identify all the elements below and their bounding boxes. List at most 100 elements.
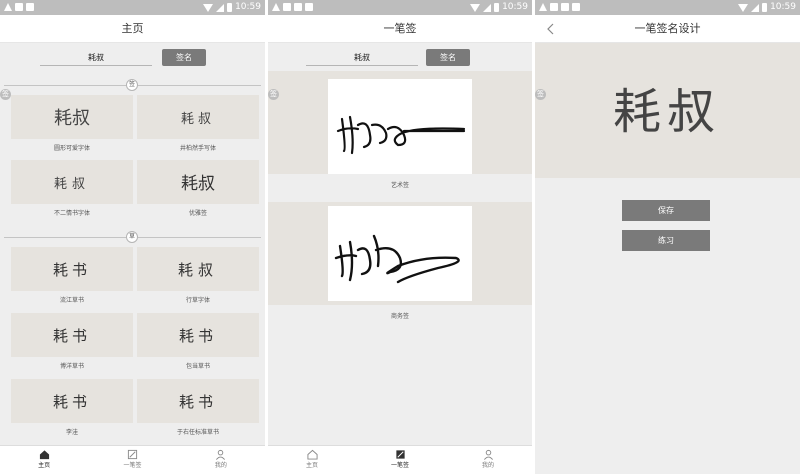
home-icon: [306, 449, 318, 460]
title-bar: 一笔签: [268, 15, 532, 43]
signature-card[interactable]: 耗书 包当草书: [137, 313, 259, 370]
title-bar: 主页: [0, 15, 265, 43]
tab-label: 我的: [481, 462, 494, 469]
app-icon: [305, 3, 313, 11]
status-bar: 10:59: [268, 0, 532, 15]
alert-icon: [272, 3, 280, 11]
section-divider-cursive: 草: [4, 231, 261, 243]
style-label: 商务签: [390, 313, 409, 320]
app-icon: [26, 3, 34, 11]
style-label: 博洋草书: [59, 363, 84, 370]
style-label: 优雅签: [188, 210, 207, 217]
sign-button[interactable]: 签名: [162, 49, 206, 66]
status-bar: 10:59: [535, 0, 800, 15]
style-label: 流江草书: [59, 297, 84, 304]
signature-card[interactable]: 耗叔 行草字体: [137, 247, 259, 304]
tab-one-stroke[interactable]: 一笔签: [88, 446, 176, 474]
app-icon: [572, 3, 580, 11]
tab-label: 我的: [214, 462, 227, 469]
pen-icon: [395, 450, 405, 459]
back-icon[interactable]: [543, 21, 559, 37]
tab-label: 一笔签: [390, 462, 409, 469]
app-icon: [294, 3, 302, 11]
signature-preview: [328, 79, 472, 174]
style-label: 包当草书: [185, 363, 210, 370]
signature-card[interactable]: 耗书 博洋草书: [11, 313, 133, 370]
signature-preview: 耗书: [11, 313, 133, 357]
section-badge: 草: [126, 231, 138, 243]
app-icon: [561, 3, 569, 11]
name-input[interactable]: [306, 49, 418, 66]
signature-text: 耗书: [53, 393, 91, 411]
signature-preview: 耗书: [11, 247, 133, 291]
screen-signature-design: 10:59 一笔签名设计 耗叔 签 保存 练习: [535, 0, 800, 474]
tab-bar: 主页 一笔签 我的: [0, 445, 265, 474]
signature-text: 耗叔: [181, 174, 215, 194]
signal-icon: [483, 3, 492, 12]
tab-home[interactable]: 主页: [268, 446, 356, 474]
sign-button[interactable]: 签名: [426, 49, 470, 66]
clock: 10:59: [770, 2, 796, 12]
screen-one-stroke: 10:59 一笔签 签名 艺术签: [268, 0, 532, 474]
signature-background: [268, 71, 532, 174]
tab-me[interactable]: 我的: [177, 446, 265, 474]
notification-icon: [283, 3, 291, 11]
wifi-icon: [470, 3, 481, 12]
battery-icon: [494, 3, 500, 12]
user-icon: [216, 449, 226, 460]
signal-icon: [216, 3, 225, 12]
style-label: 李洼: [65, 429, 78, 436]
side-badge[interactable]: 签: [0, 89, 11, 100]
signature-card[interactable]: 耗叔 井柏然手写体: [137, 95, 259, 152]
style-label: 行草字体: [185, 297, 210, 304]
wifi-icon: [203, 3, 214, 12]
title-bar: 一笔签名设计: [535, 15, 800, 43]
signature-card[interactable]: 商务签: [268, 202, 532, 327]
side-badge[interactable]: 签: [268, 89, 279, 100]
signature-card[interactable]: 艺术签: [268, 71, 532, 196]
signature-card[interactable]: 耗叔 不二情书字体: [11, 160, 133, 217]
section-badge: 签: [126, 79, 138, 91]
side-badge[interactable]: 签: [535, 89, 546, 100]
clock: 10:59: [502, 2, 528, 12]
business-signature-drawing: [334, 234, 460, 284]
clock: 10:59: [235, 2, 261, 12]
signature-text: 耗叔: [178, 261, 218, 279]
alert-icon: [4, 3, 12, 11]
alert-icon: [539, 3, 547, 11]
one-stroke-content: 签名 艺术签 商务签 签: [268, 43, 532, 445]
battery-icon: [762, 3, 768, 12]
style-label: 于右任标准草书: [176, 429, 219, 436]
tab-me[interactable]: 我的: [444, 446, 532, 474]
signature-text: 耗书: [53, 261, 91, 279]
signature-background: [268, 202, 532, 305]
notification-icon: [550, 3, 558, 11]
signature-preview: 耗叔: [11, 160, 133, 204]
tab-one-stroke[interactable]: 一笔签: [356, 446, 444, 474]
style-label: 圆形可爱字体: [53, 145, 90, 152]
pen-icon: [127, 449, 138, 460]
name-input[interactable]: [40, 49, 152, 66]
signature-text: 耗叔: [54, 108, 90, 129]
practice-button[interactable]: 练习: [622, 230, 710, 251]
signature-card[interactable]: 耗叔 优雅签: [137, 160, 259, 217]
signature-card[interactable]: 耗书 于右任标准草书: [137, 379, 259, 436]
save-button[interactable]: 保存: [622, 200, 710, 221]
signature-preview: 耗叔: [137, 95, 259, 139]
signature-card[interactable]: 耗书 流江草书: [11, 247, 133, 304]
signature-text: 耗叔: [54, 177, 90, 192]
signature-card[interactable]: 耗叔 圆形可爱字体: [11, 95, 133, 152]
search-row: 签名: [0, 43, 265, 71]
signature-text: 耗书: [53, 327, 91, 345]
tab-bar: 主页 一笔签 我的: [268, 445, 532, 474]
search-row: 签名: [268, 43, 532, 71]
signature-preview: 耗叔: [137, 247, 259, 291]
home-content: 签名 签 签 耗叔 圆形可爱字体 耗叔 井柏然手写体 耗叔 不二情书字体: [0, 43, 265, 445]
tab-label: 主页: [38, 462, 51, 469]
signature-card[interactable]: 耗书 李洼: [11, 379, 133, 436]
tab-home[interactable]: 主页: [0, 446, 88, 474]
signature-preview: 耗叔: [11, 95, 133, 139]
page-title: 一笔签: [383, 22, 417, 35]
page-title: 一笔签名设计: [634, 22, 701, 35]
page-title: 主页: [121, 22, 144, 35]
